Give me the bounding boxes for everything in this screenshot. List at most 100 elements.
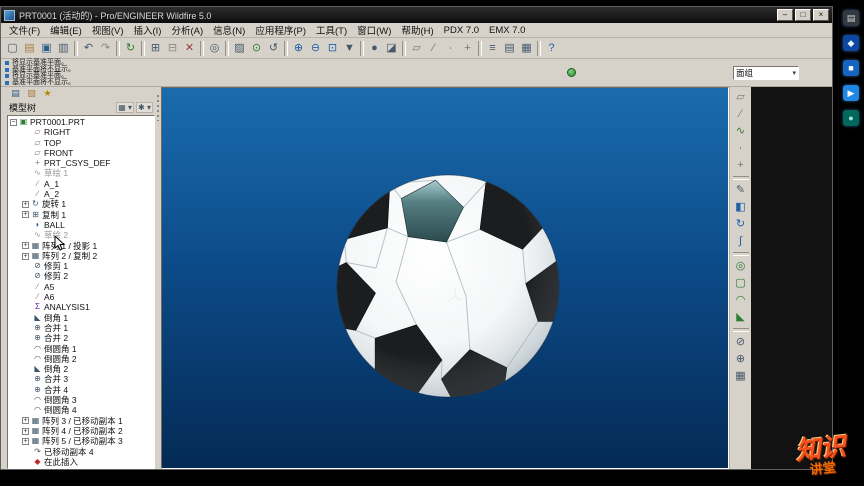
sweep-tool-icon[interactable]: ∫: [732, 233, 750, 250]
dock-icon-5[interactable]: ●: [843, 110, 859, 126]
trim-tool-icon[interactable]: ⊘: [732, 334, 750, 351]
tree-row[interactable]: ⊕ 合并 3: [8, 374, 154, 384]
tree-row[interactable]: ▱ TOP: [8, 138, 154, 148]
menu-item-5[interactable]: 分析(A): [166, 22, 208, 38]
tree-row[interactable]: Σ ANALYSIS1: [8, 302, 154, 312]
pattern-tool-icon[interactable]: ▦: [732, 368, 750, 385]
zoom-in-icon[interactable]: ⊕: [290, 40, 307, 57]
datum-curve-tool-icon[interactable]: ∿: [732, 123, 750, 140]
redo-icon[interactable]: ↷: [97, 40, 114, 57]
display-style-icon[interactable]: ●: [366, 40, 383, 57]
menu-item-11[interactable]: PDX 7.0: [439, 24, 484, 37]
tree-row[interactable]: ⊘ 修剪 2: [8, 271, 154, 281]
tree-row[interactable]: + ▦ 阵列 3 / 已移动副本 1: [8, 416, 154, 426]
menu-item-8[interactable]: 工具(T): [311, 22, 352, 38]
regenerate-icon[interactable]: ↻: [122, 40, 139, 57]
tree-row[interactable]: ⊕ 合并 1: [8, 323, 154, 333]
tree-expander[interactable]: +: [22, 437, 29, 445]
tree-row[interactable]: ⊘ 修剪 1: [8, 261, 154, 271]
revolve-tool-icon[interactable]: ↻: [732, 216, 750, 233]
tree-expander[interactable]: +: [22, 417, 29, 425]
model-tree-tab[interactable]: ▤: [9, 88, 22, 99]
dock-icon-3[interactable]: ■: [843, 60, 859, 76]
tree-expander[interactable]: +: [22, 242, 29, 250]
annotation-toggle-icon[interactable]: ≡: [484, 40, 501, 57]
orient-mode-icon[interactable]: ↺: [265, 40, 282, 57]
datum-axis-tool-icon[interactable]: ∕: [732, 106, 750, 123]
section-view-icon[interactable]: ◪: [383, 40, 400, 57]
tree-row[interactable]: ∿ 草绘 2: [8, 230, 154, 240]
csys-tool-icon[interactable]: +: [732, 157, 750, 174]
datum-axis-toggle-icon[interactable]: ∕: [425, 40, 442, 57]
favorites-tab[interactable]: ★: [41, 88, 54, 99]
tree-row[interactable]: ∕ A_1: [8, 179, 154, 189]
paste-icon[interactable]: ⊟: [164, 40, 181, 57]
repaint-icon[interactable]: ▨: [231, 40, 248, 57]
dock-icon-1[interactable]: ▤: [843, 10, 859, 26]
menu-item-7[interactable]: 应用程序(P): [250, 22, 311, 38]
menu-item-9[interactable]: 窗口(W): [352, 22, 396, 38]
new-file-icon[interactable]: ▢: [4, 40, 21, 57]
layer-icon[interactable]: ▤: [501, 40, 518, 57]
tree-row[interactable]: ◠ 倒圆角 4: [8, 405, 154, 415]
spin-center-icon[interactable]: ⊙: [248, 40, 265, 57]
tree-expander[interactable]: +: [22, 211, 29, 219]
minimize-button[interactable]: –: [777, 9, 793, 21]
tree-row[interactable]: ◣ 倒角 1: [8, 313, 154, 323]
context-help-icon[interactable]: ?: [543, 40, 560, 57]
tree-row[interactable]: ⊕ 合并 4: [8, 385, 154, 395]
tree-row[interactable]: ∕ A5: [8, 282, 154, 292]
tree-row[interactable]: + ⊞ 复制 1: [8, 210, 154, 220]
tree-expander[interactable]: +: [22, 427, 29, 435]
tree-row[interactable]: ∕ A6: [8, 292, 154, 302]
menu-item-3[interactable]: 视图(V): [87, 22, 129, 38]
tree-row[interactable]: ▱ FRONT: [8, 148, 154, 158]
tree-expander[interactable]: +: [22, 201, 29, 209]
csys-marker-icon[interactable]: [446, 286, 464, 304]
tree-row[interactable]: ◆ 在此插入: [8, 457, 154, 467]
shell-tool-icon[interactable]: ▢: [732, 275, 750, 292]
tree-row[interactable]: ▱ RIGHT: [8, 127, 154, 137]
tree-row[interactable]: ◗ BALL: [8, 220, 154, 230]
tree-row[interactable]: ↷ 已移动副本 4: [8, 447, 154, 457]
save-icon[interactable]: ▣: [38, 40, 55, 57]
graphics-viewport[interactable]: [161, 87, 729, 469]
tree-row[interactable]: ∕ A_2: [8, 189, 154, 199]
tree-row[interactable]: ◣ 倒角 2: [8, 364, 154, 374]
selection-filter-dropdown[interactable]: 面组 ▾: [733, 66, 799, 80]
datum-point-toggle-icon[interactable]: ∙: [442, 40, 459, 57]
view-manager-icon[interactable]: ▦: [518, 40, 535, 57]
tree-expander[interactable]: +: [22, 252, 29, 260]
tree-row[interactable]: + ▦ 阵列 4 / 已移动副本 2: [8, 426, 154, 436]
close-button[interactable]: ×: [813, 9, 829, 21]
copy-icon[interactable]: ⊞: [147, 40, 164, 57]
datum-plane-tool-icon[interactable]: ▱: [732, 89, 750, 106]
datum-point-tool-icon[interactable]: ∙: [732, 140, 750, 157]
extrude-tool-icon[interactable]: ◧: [732, 199, 750, 216]
menu-item-4[interactable]: 插入(I): [128, 22, 166, 38]
chamfer-tool-icon[interactable]: ◣: [732, 309, 750, 326]
maximize-button[interactable]: □: [795, 9, 811, 21]
open-file-icon[interactable]: ▤: [21, 40, 38, 57]
title-bar[interactable]: PRT0001 (活动的) - Pro/ENGINEER Wildfire 5.…: [1, 7, 832, 23]
datum-plane-toggle-icon[interactable]: ▱: [408, 40, 425, 57]
print-icon[interactable]: ▥: [55, 40, 72, 57]
model-tree[interactable]: − ▣ PRT0001.PRT ▱ RIGHT ▱ TOP ▱ FRONT + PRT_CSYS_D…: [7, 115, 155, 469]
menu-item-10[interactable]: 帮助(H): [396, 22, 438, 38]
tree-expander[interactable]: −: [10, 118, 17, 126]
menu-item-1[interactable]: 文件(F): [4, 22, 45, 38]
delete-icon[interactable]: ✕: [181, 40, 198, 57]
search-icon[interactable]: ◎: [206, 40, 223, 57]
menu-item-2[interactable]: 编辑(E): [45, 22, 87, 38]
tree-show-button[interactable]: ▦ ▾: [116, 102, 135, 113]
round-tool-icon[interactable]: ◠: [732, 292, 750, 309]
refit-icon[interactable]: ⊡: [324, 40, 341, 57]
menu-item-6[interactable]: 信息(N): [208, 22, 250, 38]
dock-icon-4[interactable]: ▶: [843, 85, 859, 101]
tree-row[interactable]: + ▦ 阵列 2 / 复制 2: [8, 251, 154, 261]
folder-browser-tab[interactable]: ▧: [25, 88, 38, 99]
tree-row[interactable]: + ▦ 阵列 1 / 投影 1: [8, 241, 154, 251]
named-views-icon[interactable]: ▼: [341, 40, 358, 57]
dock-icon-2[interactable]: ◆: [843, 35, 859, 51]
undo-icon[interactable]: ↶: [80, 40, 97, 57]
